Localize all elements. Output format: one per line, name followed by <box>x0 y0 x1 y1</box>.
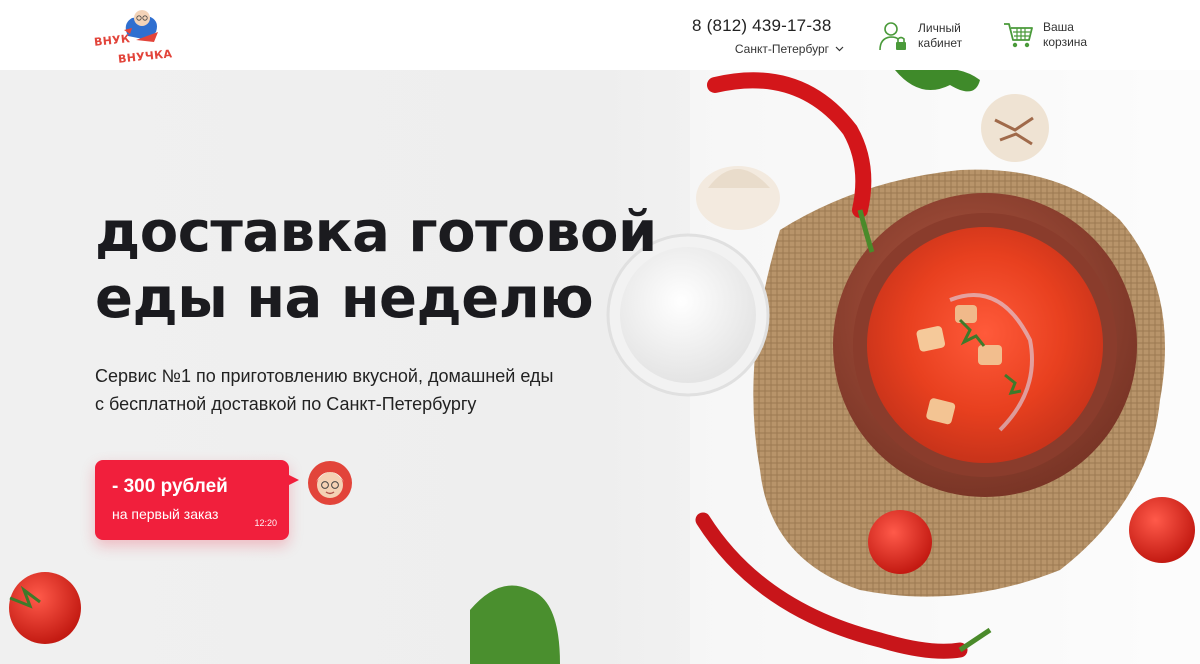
hero-title: доставка готовой еды на неделю <box>95 200 695 332</box>
cart-label-2: корзина <box>1043 35 1088 49</box>
hero-subtitle: Сервис №1 по приготовлению вкусной, дома… <box>95 362 655 418</box>
promo-text: на первый заказ <box>112 506 219 522</box>
granny-avatar-icon <box>308 461 352 505</box>
hero-title-line-2: еды на неделю <box>95 266 594 331</box>
account-label-2: кабинет <box>918 36 963 50</box>
account-label-1: Личный <box>918 21 961 35</box>
cart-link[interactable]: Ваша корзина <box>1003 20 1103 50</box>
promo-time: 12:20 <box>254 518 277 528</box>
bowl-shape <box>833 193 1137 497</box>
hero-subtitle-line-1: Сервис №1 по приготовлению вкусной, дома… <box>95 366 554 386</box>
logo-text-top: ВНУК <box>93 32 131 49</box>
cart-label-1: Ваша <box>1043 20 1074 34</box>
city-label: Санкт-Петербург <box>734 42 829 56</box>
promo-discount-bubble[interactable]: - 300 рублей на первый заказ 12:20 <box>95 460 299 540</box>
user-lock-icon <box>879 22 906 51</box>
promo-amount: - 300 рублей <box>112 476 228 497</box>
cart-icon <box>1004 23 1033 48</box>
account-link[interactable]: Личный кабинет <box>878 20 978 52</box>
burlap-cloth <box>753 169 1165 597</box>
phone-number[interactable]: 8 (812) 439-17-38 <box>692 16 844 36</box>
contact-block: 8 (812) 439-17-38 Санкт-Петербург <box>692 16 844 58</box>
city-selector[interactable]: Санкт-Петербург <box>735 42 844 56</box>
chevron-down-icon <box>835 46 844 52</box>
hero-section: доставка готовой еды на неделю Сервис №1… <box>0 70 1200 664</box>
site-header: ВНУК ВНУЧКА 8 (812) 439-17-38 Санкт-Пете… <box>0 0 1200 70</box>
logo-text-bottom: ВНУЧКА <box>117 47 173 66</box>
hero-subtitle-line-2: с бесплатной доставкой по Санкт-Петербур… <box>95 394 477 414</box>
hero-title-line-1: доставка готовой <box>95 200 657 265</box>
logo[interactable]: ВНУК ВНУЧКА <box>90 6 176 66</box>
